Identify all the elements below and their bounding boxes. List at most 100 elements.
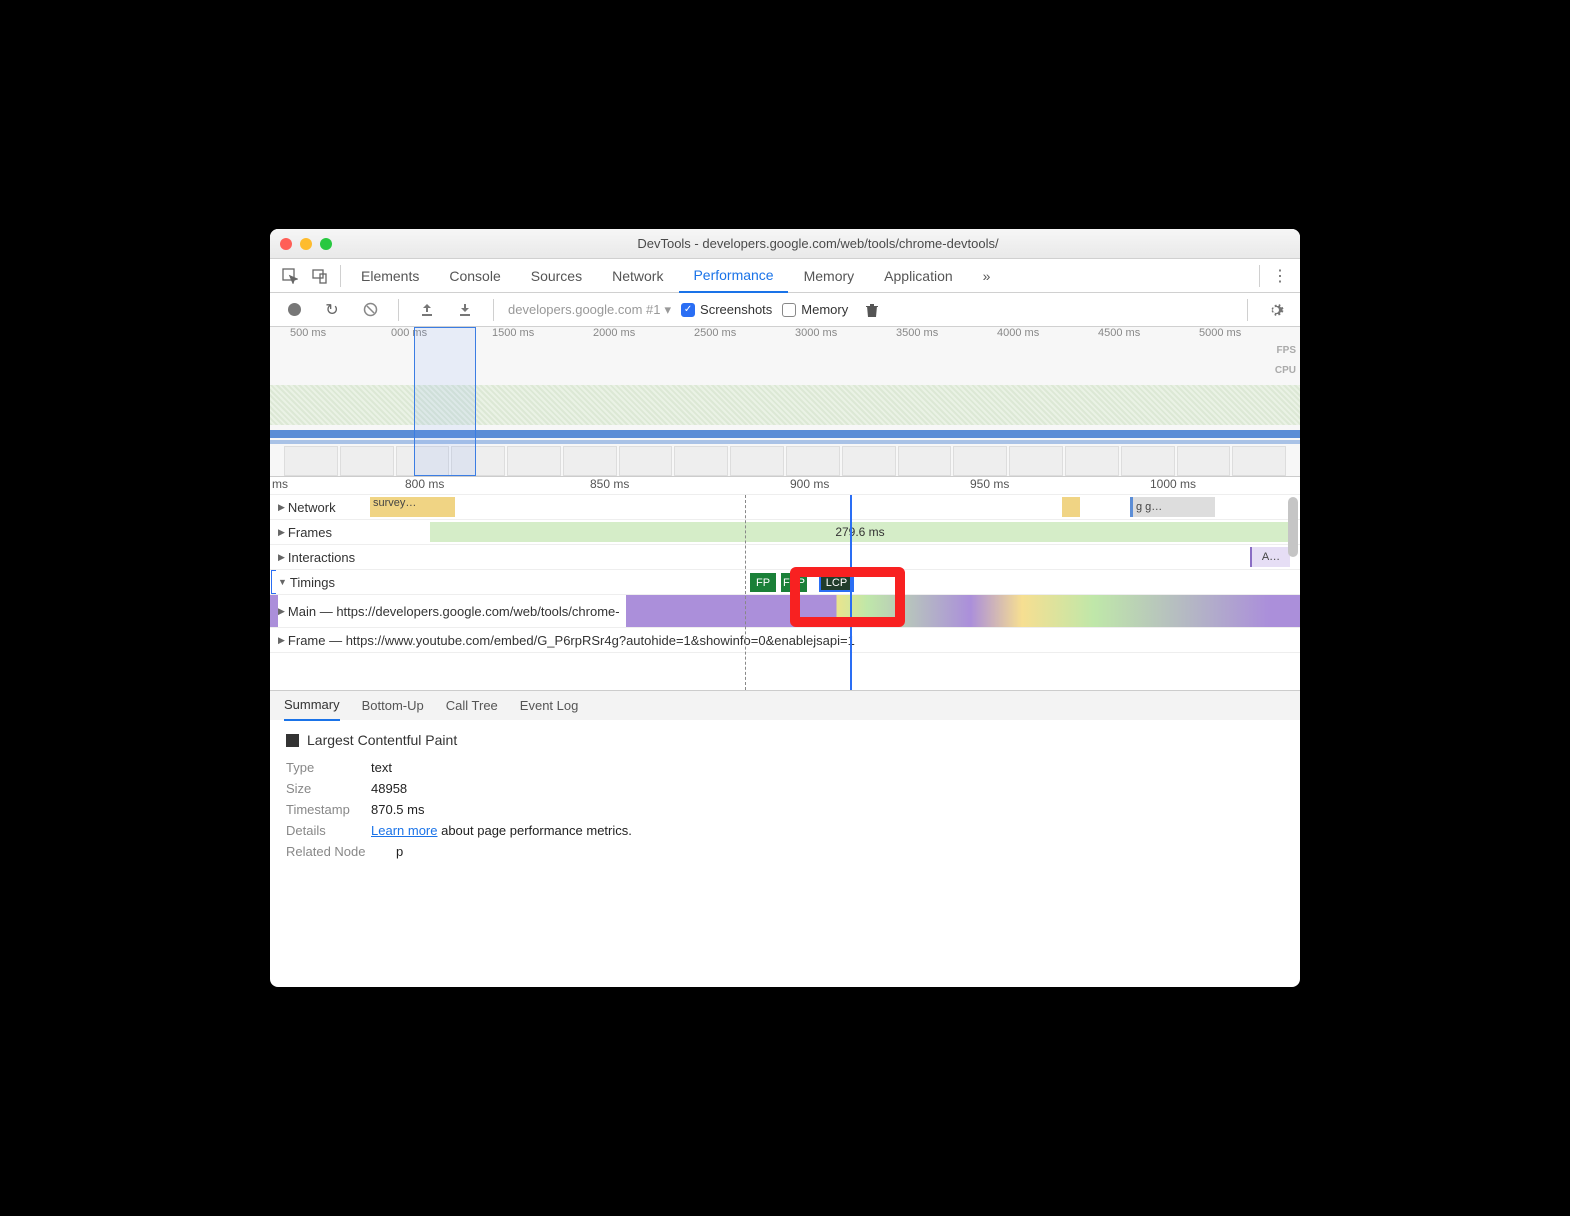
fp-marker[interactable]: FP xyxy=(750,573,776,592)
record-button[interactable] xyxy=(280,296,308,324)
value: 870.5 ms xyxy=(371,802,424,817)
network-item[interactable]: survey… xyxy=(370,497,455,517)
separator xyxy=(1247,299,1248,321)
minimize-icon[interactable] xyxy=(300,238,312,250)
lcp-marker[interactable]: LCP xyxy=(819,573,854,592)
summary-row-details: Details Learn more about page performance… xyxy=(286,823,1284,838)
tick: 950 ms xyxy=(970,477,1009,491)
interactions-track[interactable]: ▶Interactions A… xyxy=(270,545,1300,570)
settings-icon[interactable] xyxy=(1262,296,1290,324)
memory-label: Memory xyxy=(801,302,848,317)
expand-icon[interactable]: ▶ xyxy=(278,635,285,646)
learn-more-link[interactable]: Learn more xyxy=(371,823,437,838)
separator xyxy=(1259,265,1260,287)
load-profile-icon[interactable] xyxy=(413,296,441,324)
check-icon xyxy=(782,303,796,317)
tick: 2500 ms xyxy=(694,327,795,345)
reload-button[interactable]: ↻ xyxy=(318,296,346,324)
tick: 500 ms xyxy=(290,327,391,345)
expand-icon[interactable]: ▶ xyxy=(278,502,285,513)
tick: ms xyxy=(272,477,288,491)
frame-track[interactable]: ▶Frame — https://www.youtube.com/embed/G… xyxy=(270,628,1300,653)
label: Type xyxy=(286,760,361,775)
tab-application[interactable]: Application xyxy=(870,259,967,293)
vertical-scrollbar[interactable] xyxy=(1288,497,1298,557)
tab-elements[interactable]: Elements xyxy=(347,259,433,293)
tab-summary[interactable]: Summary xyxy=(284,691,340,721)
frames-track[interactable]: ▶Frames 279.6 ms xyxy=(270,520,1300,545)
tick: 1000 ms xyxy=(1150,477,1196,491)
save-profile-icon[interactable] xyxy=(451,296,479,324)
recording-selector[interactable]: developers.google.com #1 ▾ xyxy=(508,302,671,318)
value: 48958 xyxy=(371,781,407,796)
tab-memory[interactable]: Memory xyxy=(790,259,869,293)
check-icon: ✓ xyxy=(681,303,695,317)
timings-track[interactable]: ▼Timings FP FCP LCP xyxy=(270,570,1300,595)
summary-title: Largest Contentful Paint xyxy=(286,732,1284,748)
network-track[interactable]: ▶Network survey… g g… xyxy=(270,495,1300,520)
tab-event-log[interactable]: Event Log xyxy=(520,691,579,721)
tab-console[interactable]: Console xyxy=(435,259,514,293)
inspect-icon[interactable] xyxy=(276,262,304,290)
overview-selection[interactable] xyxy=(414,327,476,476)
performance-toolbar: ↻ developers.google.com #1 ▾ ✓Screenshot… xyxy=(270,293,1300,327)
tab-sources[interactable]: Sources xyxy=(517,259,596,293)
tick: 1500 ms xyxy=(492,327,593,345)
tick: 4500 ms xyxy=(1098,327,1199,345)
label: Details xyxy=(286,823,361,838)
network-item[interactable]: g g… xyxy=(1130,497,1215,517)
clear-button[interactable] xyxy=(356,296,384,324)
expand-icon[interactable]: ▶ xyxy=(278,527,285,538)
devtools-window: DevTools - developers.google.com/web/too… xyxy=(270,229,1300,987)
label: Size xyxy=(286,781,361,796)
interaction-item[interactable]: A… xyxy=(1250,547,1290,567)
chevron-down-icon: ▾ xyxy=(665,302,672,318)
main-track[interactable]: ▶Main — https://developers.google.com/we… xyxy=(270,595,1300,628)
separator xyxy=(340,265,341,287)
title-bar: DevTools - developers.google.com/web/too… xyxy=(270,229,1300,259)
summary-row-size: Size 48958 xyxy=(286,781,1284,796)
fcp-marker[interactable]: FCP xyxy=(781,573,807,592)
expand-icon[interactable]: ▶ xyxy=(278,552,285,563)
summary-row-timestamp: Timestamp870.5 ms xyxy=(286,802,1284,817)
kebab-menu-icon[interactable]: ⋮ xyxy=(1266,262,1294,290)
tab-performance[interactable]: Performance xyxy=(679,259,787,293)
tick: 3000 ms xyxy=(795,327,896,345)
tab-bottom-up[interactable]: Bottom-Up xyxy=(362,691,424,721)
network-item[interactable] xyxy=(1062,497,1080,517)
track-label: Main — https://developers.google.com/web… xyxy=(288,604,620,619)
summary-title-text: Largest Contentful Paint xyxy=(307,732,457,748)
selection-line xyxy=(850,495,852,690)
panel-tabs: Elements Console Sources Network Perform… xyxy=(270,259,1300,293)
gc-button[interactable] xyxy=(858,296,886,324)
track-label: Frame — https://www.youtube.com/embed/G_… xyxy=(288,633,855,648)
separator xyxy=(493,299,494,321)
tab-call-tree[interactable]: Call Tree xyxy=(446,691,498,721)
tick: 3500 ms xyxy=(896,327,997,345)
tick: 5000 ms xyxy=(1199,327,1300,345)
separator xyxy=(398,299,399,321)
details-tabs: Summary Bottom-Up Call Tree Event Log xyxy=(270,690,1300,720)
collapse-icon[interactable]: ▼ xyxy=(278,577,287,587)
value[interactable]: p xyxy=(396,844,403,859)
color-swatch xyxy=(286,734,299,747)
details-tail: about page performance metrics. xyxy=(437,823,631,838)
zoom-icon[interactable] xyxy=(320,238,332,250)
memory-checkbox[interactable]: Memory xyxy=(782,302,848,317)
summary-row-type: Type text xyxy=(286,760,1284,775)
window-title: DevTools - developers.google.com/web/too… xyxy=(346,236,1290,251)
close-icon[interactable] xyxy=(280,238,292,250)
tab-network[interactable]: Network xyxy=(598,259,677,293)
tick: 800 ms xyxy=(405,477,444,491)
device-toggle-icon[interactable] xyxy=(306,262,334,290)
frame-segment[interactable]: 279.6 ms xyxy=(430,522,1290,542)
value: text xyxy=(371,760,392,775)
expand-icon[interactable]: ▶ xyxy=(278,606,285,617)
track-label: Frames xyxy=(288,525,332,540)
timeline-overview[interactable]: 500 ms 000 ms 1500 ms 2000 ms 2500 ms 30… xyxy=(270,327,1300,477)
track-bracket xyxy=(271,570,276,594)
screenshots-checkbox[interactable]: ✓Screenshots xyxy=(681,302,772,317)
flame-chart[interactable]: ▶Network survey… g g… ▶Frames 279.6 ms ▶… xyxy=(270,495,1300,690)
tabs-overflow[interactable]: » xyxy=(969,259,1005,293)
tick: 850 ms xyxy=(590,477,629,491)
